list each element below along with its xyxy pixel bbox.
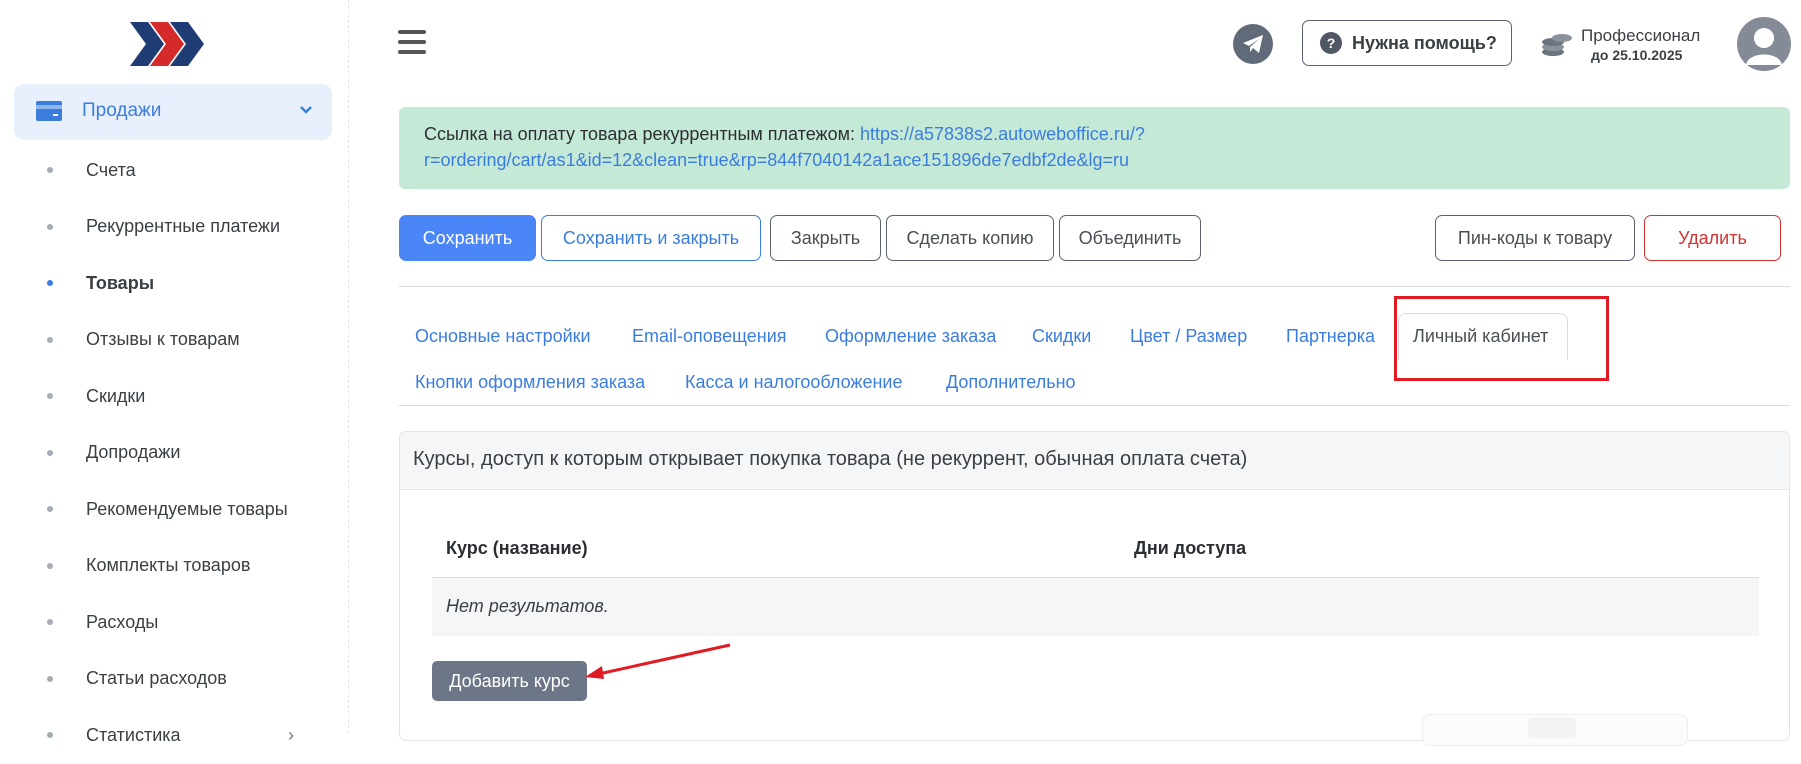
tab-color-size[interactable]: Цвет / Размер — [1130, 326, 1247, 347]
bullet-icon — [47, 167, 53, 174]
save-and-close-button[interactable]: Сохранить и закрыть — [541, 215, 761, 261]
bullet-icon — [47, 336, 53, 343]
bullet-icon — [47, 562, 53, 569]
help-button[interactable]: ? Нужна помощь? — [1302, 20, 1512, 66]
bullet-icon — [47, 280, 53, 287]
bullet-icon — [47, 393, 53, 400]
tab-cashbox-tax[interactable]: Касса и налогообложение — [685, 372, 903, 393]
bullet-icon — [47, 449, 53, 456]
sidebar-section-sales[interactable]: Продажи — [14, 84, 332, 140]
add-course-button[interactable]: Добавить курс — [432, 661, 587, 701]
bullet-icon — [47, 223, 53, 230]
user-avatar-icon[interactable] — [1737, 17, 1791, 71]
tabs-divider — [399, 405, 1790, 406]
sidebar-submenu: Счета Рекуррентные платежи Товары Отзывы… — [0, 142, 348, 764]
toolbar-divider — [399, 286, 1790, 287]
plan-until: до 25.10.2025 — [1591, 47, 1683, 63]
question-icon: ? — [1320, 32, 1342, 54]
sidebar-item-expenses[interactable]: Расходы — [0, 594, 348, 651]
tab-additional[interactable]: Дополнительно — [946, 372, 1076, 393]
empty-results-text: Нет результатов. — [446, 596, 609, 616]
sidebar-item-products[interactable]: Товары — [0, 255, 348, 312]
courses-card-header: Курсы, доступ к которым открывает покупк… — [400, 432, 1789, 490]
bullet-icon — [47, 506, 53, 513]
tab-discounts[interactable]: Скидки — [1032, 326, 1091, 347]
sidebar-item-discounts[interactable]: Скидки — [0, 368, 348, 425]
annotation-arrow-icon — [585, 643, 731, 679]
pin-codes-button[interactable]: Пин-коды к товару — [1435, 215, 1635, 261]
sidebar: Продажи Счета Рекуррентные платежи Товар… — [0, 0, 349, 745]
chevron-down-icon — [300, 106, 312, 114]
chevron-right-icon: › — [288, 724, 294, 745]
tab-partner[interactable]: Партнерка — [1286, 326, 1375, 347]
tab-order-buttons[interactable]: Кнопки оформления заказа — [415, 372, 645, 393]
save-button[interactable]: Сохранить — [399, 215, 536, 261]
bullet-icon — [47, 732, 53, 739]
merge-button[interactable]: Объединить — [1059, 215, 1201, 261]
column-access-days[interactable]: Дни доступа — [1134, 538, 1246, 559]
link-part-1: https://a57838s2.autoweboffice.ru/? — [859, 124, 1145, 144]
copy-button[interactable]: Сделать копию — [886, 215, 1054, 261]
sidebar-item-recommended[interactable]: Рекомендуемые товары — [0, 481, 348, 538]
sidebar-item-statistics[interactable]: Статистика › — [0, 707, 348, 764]
plan-name: Профессионал — [1581, 26, 1701, 45]
credit-card-icon — [36, 101, 62, 121]
sidebar-item-upsells[interactable]: Допродажи — [0, 425, 348, 482]
courses-card-title: Курсы, доступ к которым открывает покупк… — [413, 448, 1248, 470]
sidebar-section-label: Продажи — [82, 100, 162, 121]
sidebar-item-invoices[interactable]: Счета — [0, 142, 348, 199]
coins-icon — [1542, 34, 1572, 56]
sidebar-item-expense-items[interactable]: Статьи расходов — [0, 651, 348, 708]
column-course-name[interactable]: Курс (название) — [446, 538, 588, 559]
logo[interactable] — [130, 20, 206, 68]
close-button[interactable]: Закрыть — [770, 215, 881, 261]
recurring-link-alert: Ссылка на оплату товара рекуррентным пла… — [399, 107, 1790, 189]
highlight-box — [1394, 296, 1609, 381]
bullet-icon — [47, 619, 53, 626]
table-row: Нет результатов. — [432, 578, 1759, 636]
bullet-icon — [47, 675, 53, 682]
sidebar-item-recurring[interactable]: Рекуррентные платежи — [0, 199, 348, 256]
sidebar-item-bundles[interactable]: Комплекты товаров — [0, 538, 348, 595]
floating-widget-handle — [1528, 718, 1576, 738]
sidebar-item-reviews[interactable]: Отзывы к товарам — [0, 312, 348, 369]
tab-email-notifications[interactable]: Email-оповещения — [632, 326, 787, 347]
link-part-2: r=ordering/cart/as1&id=12&clean=true&rp=… — [424, 150, 1130, 170]
tab-order-design[interactable]: Оформление заказа — [825, 326, 996, 347]
alert-text: Ссылка на оплату товара рекуррентным пла… — [424, 124, 860, 144]
courses-card: Курсы, доступ к которым открывает покупк… — [399, 431, 1790, 741]
telegram-icon[interactable] — [1233, 24, 1273, 64]
help-button-label: Нужна помощь? — [1352, 32, 1497, 53]
menu-toggle-icon[interactable] — [398, 30, 426, 56]
tab-main-settings[interactable]: Основные настройки — [415, 326, 591, 347]
delete-button[interactable]: Удалить — [1644, 215, 1781, 261]
